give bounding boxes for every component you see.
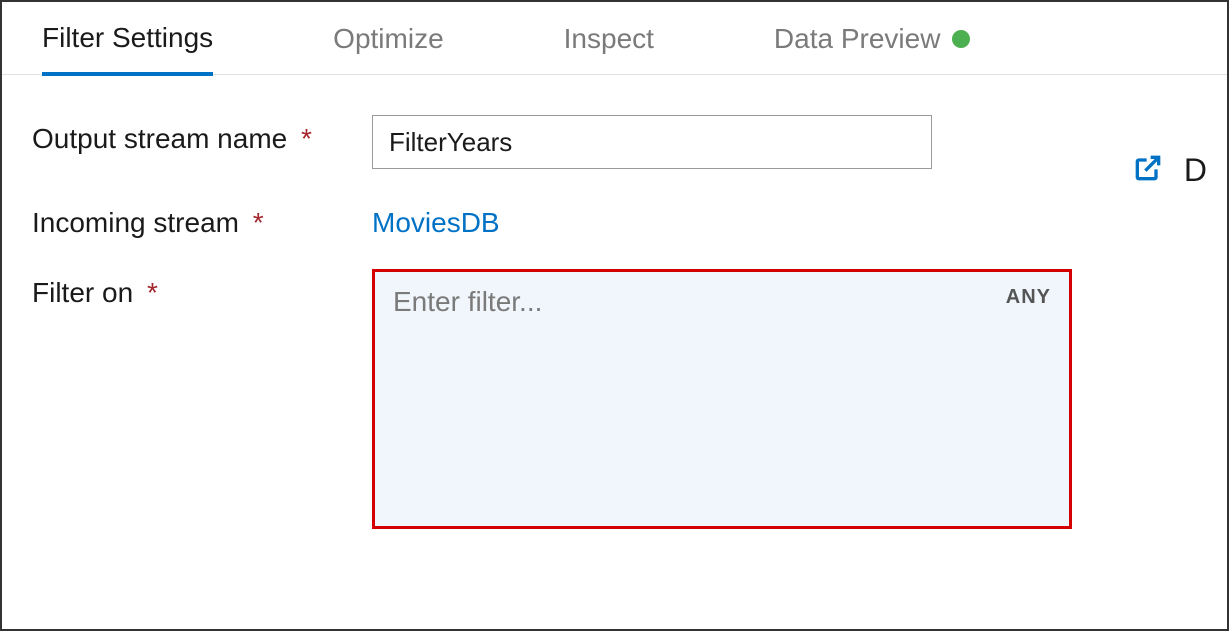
incoming-stream-link[interactable]: MoviesDB	[372, 199, 500, 239]
tab-label: Inspect	[564, 23, 654, 55]
truncated-text: D	[1184, 152, 1207, 189]
tab-bar: Filter Settings Optimize Inspect Data Pr…	[2, 2, 1227, 75]
label-text: Incoming stream	[32, 207, 239, 238]
required-marker: *	[301, 123, 312, 154]
filter-placeholder: Enter filter...	[393, 286, 542, 317]
status-dot-icon	[952, 30, 970, 48]
tab-filter-settings[interactable]: Filter Settings	[42, 22, 213, 76]
required-marker: *	[253, 207, 264, 238]
row-incoming-stream: Incoming stream * MoviesDB	[32, 199, 1197, 239]
filter-expression-input[interactable]: Enter filter... ANY	[372, 269, 1072, 529]
right-extras: D	[1132, 152, 1207, 189]
label-filter-on: Filter on *	[32, 269, 372, 309]
label-text: Filter on	[32, 277, 133, 308]
form-content: Output stream name * Incoming stream * M…	[2, 75, 1227, 599]
tab-label: Data Preview	[774, 23, 941, 55]
tab-inspect[interactable]: Inspect	[564, 23, 654, 73]
tab-label: Filter Settings	[42, 22, 213, 54]
output-stream-input[interactable]	[372, 115, 932, 169]
label-text: Output stream name	[32, 123, 287, 154]
label-output-stream: Output stream name *	[32, 115, 372, 155]
filter-type-badge: ANY	[1006, 286, 1051, 309]
tab-optimize[interactable]: Optimize	[333, 23, 443, 73]
required-marker: *	[147, 277, 158, 308]
open-external-icon[interactable]	[1132, 152, 1164, 189]
tab-label: Optimize	[333, 23, 443, 55]
tab-data-preview[interactable]: Data Preview	[774, 23, 971, 73]
row-output-stream: Output stream name *	[32, 115, 1197, 169]
row-filter-on: Filter on * Enter filter... ANY	[32, 269, 1197, 529]
label-incoming-stream: Incoming stream *	[32, 199, 372, 239]
